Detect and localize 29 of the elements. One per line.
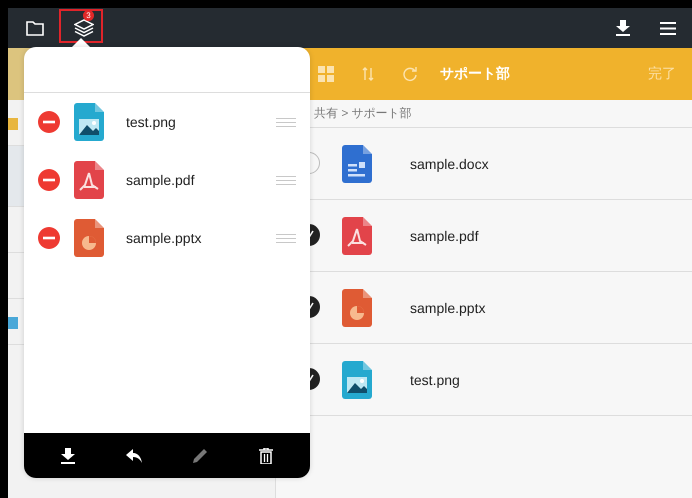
presentation-file-icon: [74, 219, 104, 257]
breadcrumb: 共有 > サポート部: [314, 105, 412, 122]
download-icon[interactable]: [616, 20, 630, 36]
trash-icon[interactable]: [258, 448, 273, 464]
file-name: test.png: [126, 114, 176, 130]
file-name: sample.docx: [410, 156, 489, 172]
document-file-icon: [342, 144, 372, 182]
presentation-file-icon: [342, 288, 372, 326]
image-file-icon: [74, 103, 104, 141]
file-name: sample.pdf: [126, 172, 194, 188]
folder-title: サポート部: [440, 65, 510, 83]
remove-icon[interactable]: [38, 227, 60, 249]
image-file-icon: [342, 360, 372, 398]
remove-icon[interactable]: [38, 111, 60, 133]
file-name: sample.pptx: [126, 230, 202, 246]
remove-icon[interactable]: [38, 169, 60, 191]
pdf-file-icon: [74, 161, 104, 199]
drag-handle-icon[interactable]: [276, 118, 296, 126]
menu-icon[interactable]: [660, 22, 676, 34]
drag-handle-icon[interactable]: [276, 234, 296, 242]
layers-icon[interactable]: [74, 19, 94, 37]
file-name: sample.pptx: [410, 300, 486, 316]
drag-handle-icon[interactable]: [276, 176, 296, 184]
pencil-icon[interactable]: [192, 448, 208, 464]
file-name: sample.pdf: [410, 228, 478, 244]
pdf-file-icon: [342, 216, 372, 254]
reply-icon[interactable]: [126, 448, 142, 462]
download-icon[interactable]: [61, 448, 76, 464]
file-name: test.png: [410, 372, 460, 388]
